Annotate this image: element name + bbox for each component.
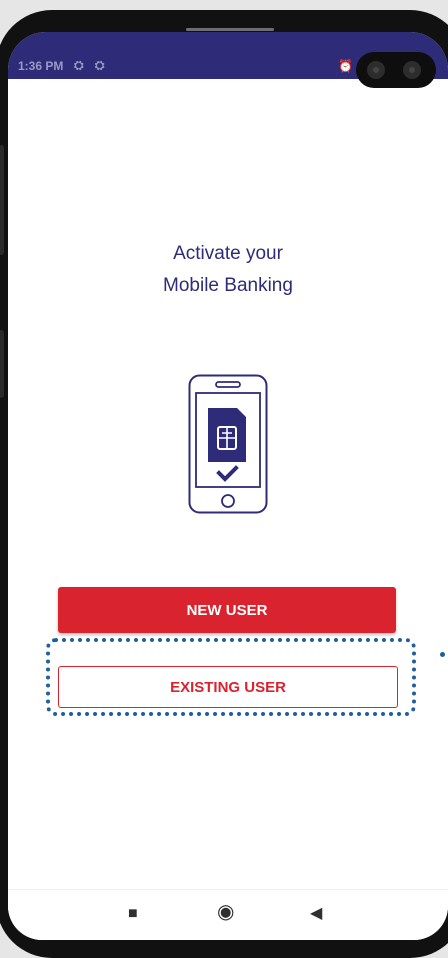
phone-speaker-line <box>186 28 274 31</box>
camera-lens-icon <box>367 61 385 79</box>
phone-power-button <box>0 330 4 398</box>
camera-lens-icon <box>403 61 421 79</box>
annotation-pointer-dot <box>440 652 445 657</box>
page-title-line-1: Activate your <box>173 243 283 264</box>
new-user-button[interactable]: NEW USER <box>58 587 396 633</box>
home-circle-icon[interactable]: ◉ <box>217 902 234 922</box>
back-triangle-icon[interactable]: ◀ <box>310 904 322 924</box>
existing-user-button[interactable]: EXISTING USER <box>58 666 398 708</box>
phone-screen: 1:36 PM ⛭ ⛭ ⏰ Activate your Mobile Banki… <box>8 32 448 940</box>
recents-square-icon[interactable]: ■ <box>128 904 138 924</box>
status-time: 1:36 PM <box>18 59 64 73</box>
notification-icons: ⛭ ⛭ <box>74 58 109 72</box>
page-title-line-2: Mobile Banking <box>163 275 293 296</box>
status-bar: 1:36 PM ⛭ ⛭ ⏰ <box>8 32 448 88</box>
phone-volume-button <box>0 145 4 255</box>
navigation-bar: ■ ◉ ◀ <box>8 889 448 940</box>
camera-cutout <box>356 52 436 88</box>
phone-sim-check-icon <box>188 374 268 514</box>
alarm-icon: ⏰ <box>338 59 353 73</box>
phone-frame: 1:36 PM ⛭ ⛭ ⏰ Activate your Mobile Banki… <box>0 10 448 958</box>
